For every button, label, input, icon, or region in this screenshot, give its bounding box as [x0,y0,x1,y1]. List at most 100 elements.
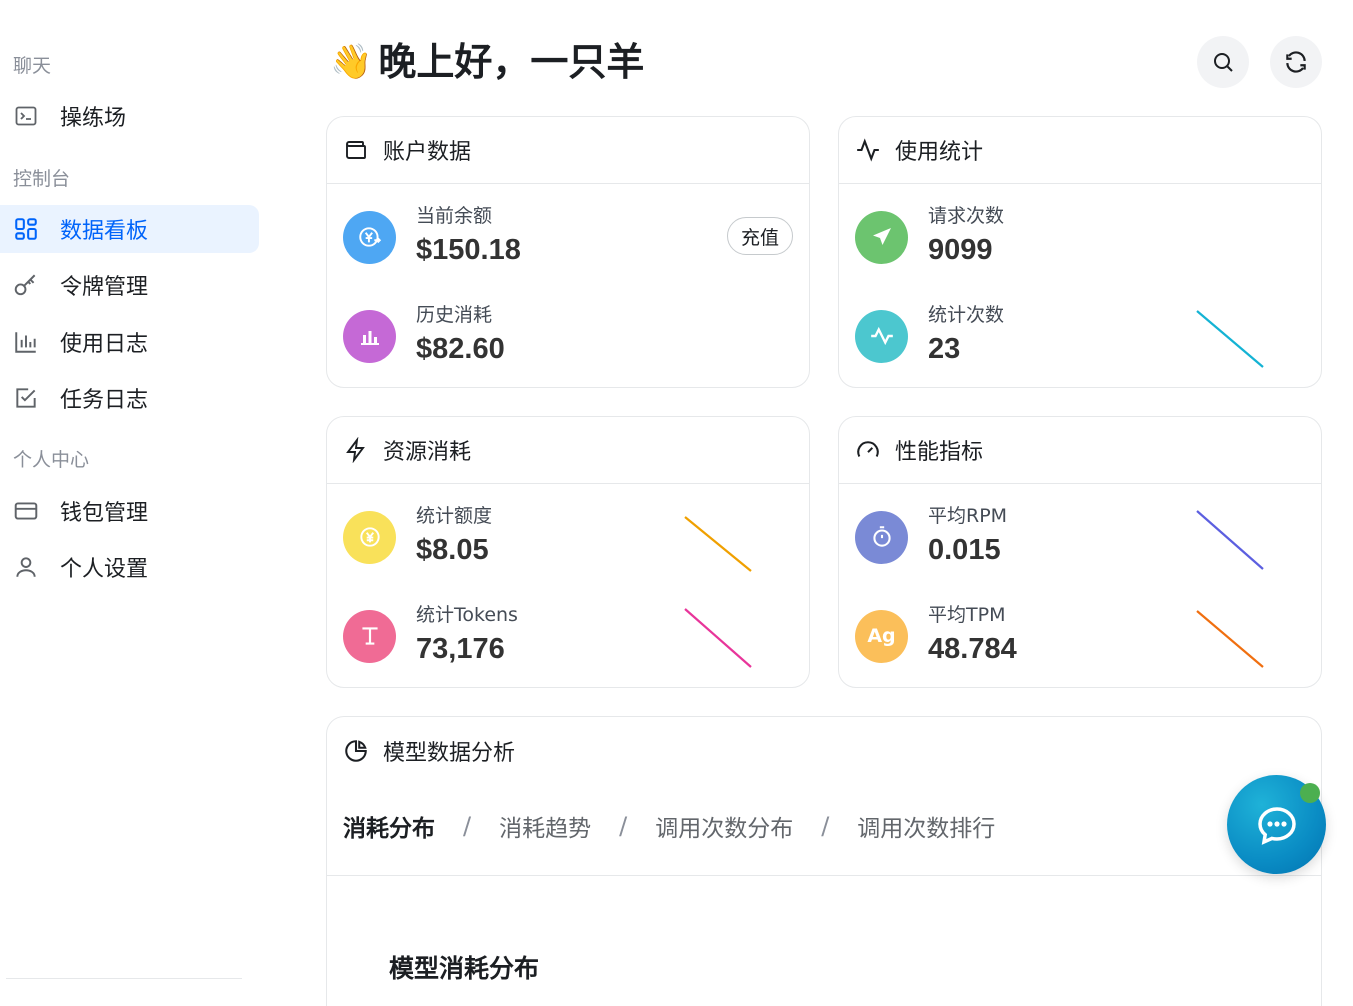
pulse-icon [855,309,908,363]
stat-value: 48.784 [928,633,1017,665]
stat-label: 统计次数 [928,304,1005,326]
search-button[interactable] [1197,36,1249,88]
stopwatch-icon [855,510,908,564]
tab-consumption-distribution[interactable]: 消耗分布 [343,809,435,843]
chat-bubble-icon [1257,806,1296,845]
terminal-icon [13,103,39,129]
rpm-sparkline [1196,510,1264,570]
online-indicator [1300,783,1320,803]
stat-label: 平均RPM [928,505,1008,527]
quota-sparkline [684,516,752,572]
stat-value: 73,176 [416,633,505,665]
sidebar-item-label: 个人设置 [60,557,149,582]
recharge-button[interactable]: 充值 [726,217,793,255]
refresh-button[interactable] [1270,36,1322,88]
sidebar-item-usage-log[interactable]: 使用日志 [0,318,259,366]
stat-label: 历史消耗 [416,304,493,326]
card-header: 性能指标 [839,417,1321,484]
activity-icon [855,137,881,163]
stat-value: 23 [928,333,961,365]
stat-label: 统计Tokens [416,604,518,626]
stat-label: 请求次数 [928,205,1005,227]
sidebar-item-label: 数据看板 [60,219,149,244]
tab-call-ranking[interactable]: 调用次数排行 [857,809,995,843]
chart-title: 模型消耗分布 [389,954,540,983]
sidebar-item-label: 令牌管理 [60,275,149,300]
resource-card: 资源消耗 统计额度 $8.05 统计Tokens 73,176 [326,416,810,688]
refresh-icon [1286,51,1306,73]
dashboard-grid-icon [13,216,39,242]
waving-hand-icon: 👋 [330,42,373,82]
stat-requests: 请求次数 9099 [855,204,1004,270]
sidebar-section-chat: 聊天 [13,55,52,77]
search-icon [1214,53,1233,72]
tokens-sparkline [684,608,752,668]
card-title: 模型数据分析 [383,740,516,766]
stat-label: 平均TPM [928,604,1006,626]
page-greeting: 👋 晚上好，一只羊 [330,36,644,88]
model-analysis-card: 模型数据分析 消耗分布 / 消耗趋势 / 调用次数分布 / 调用次数排行 模型消… [326,716,1322,1006]
sidebar-item-settings[interactable]: 个人设置 [0,543,259,591]
sidebar-item-label: 操练场 [60,106,127,131]
sidebar-item-dashboard[interactable]: 数据看板 [0,205,259,253]
coin-icon [343,510,396,564]
sidebar-item-label: 钱包管理 [60,501,149,526]
stat-value: 0.015 [928,534,1001,566]
text-t-icon [343,609,396,663]
user-icon [13,554,39,580]
bar-chart-icon [343,309,396,363]
sidebar-item-wallet[interactable]: 钱包管理 [0,487,259,535]
sidebar-item-playground[interactable]: 操练场 [0,92,259,140]
ag-text-icon: Ag [855,609,908,663]
send-icon [855,210,908,264]
stat-value: 9099 [928,234,993,266]
sidebar-item-tokens[interactable]: 令牌管理 [0,261,259,309]
sidebar-section-personal: 个人中心 [13,449,90,471]
card-title: 资源消耗 [383,440,472,465]
stat-history-spend: 历史消耗 $82.60 [343,303,505,369]
card-title: 使用统计 [895,140,984,165]
sidebar-item-label: 使用日志 [60,332,149,357]
tpm-sparkline [1196,610,1264,668]
lightning-icon [343,437,369,463]
stat-label: 统计额度 [416,505,493,527]
stat-balance: 当前余额 $150.18 [343,204,521,270]
tab-call-distribution[interactable]: 调用次数分布 [655,809,793,843]
performance-card: 性能指标 平均RPM 0.015 Ag 平均TPM 48.784 [838,416,1322,688]
wallet-icon [343,137,369,163]
usage-card: 使用统计 请求次数 9099 统计次数 23 [838,116,1322,388]
pie-chart-icon [343,738,369,764]
card-title: 性能指标 [895,440,984,465]
stat-count: 统计次数 23 [855,303,1004,369]
card-title: 账户数据 [383,140,472,165]
chat-support-button[interactable] [1227,775,1326,874]
stat-quota: 统计额度 $8.05 [343,504,492,570]
stat-tokens: 统计Tokens 73,176 [343,603,518,669]
key-icon [13,272,39,298]
divider [327,875,1321,876]
tab-consumption-trend[interactable]: 消耗趋势 [499,809,591,843]
card-header: 资源消耗 [327,417,809,484]
stat-tpm: Ag 平均TPM 48.784 [855,603,1017,669]
page-title: 晚上好，一只羊 [378,40,645,84]
sidebar: 聊天 操练场 控制台 数据看板 令牌管理 使用日志 任务日志 个人中心 钱包管理… [0,0,270,981]
tab-separator: / [619,812,628,840]
bar-chart-icon [13,329,39,355]
tab-separator: / [821,812,830,840]
analysis-tabs: 消耗分布 / 消耗趋势 / 调用次数分布 / 调用次数排行 [343,809,995,843]
stat-value: $8.05 [416,534,489,566]
yuan-exchange-icon [343,210,396,264]
account-card: 账户数据 当前余额 $150.18 充值 历史消耗 $82.60 [326,116,810,388]
card-header: 使用统计 [839,117,1321,184]
stat-value: $82.60 [416,333,505,365]
stat-label: 当前余额 [416,205,493,227]
card-header: 模型数据分析 [327,717,1321,784]
tab-separator: / [463,812,472,840]
wallet-card-icon [13,498,39,524]
sidebar-item-task-log[interactable]: 任务日志 [0,374,259,422]
stat-count-sparkline [1196,310,1264,368]
sidebar-item-label: 任务日志 [60,388,149,413]
gauge-icon [855,437,881,463]
sidebar-divider [6,978,242,979]
stat-rpm: 平均RPM 0.015 [855,504,1007,570]
